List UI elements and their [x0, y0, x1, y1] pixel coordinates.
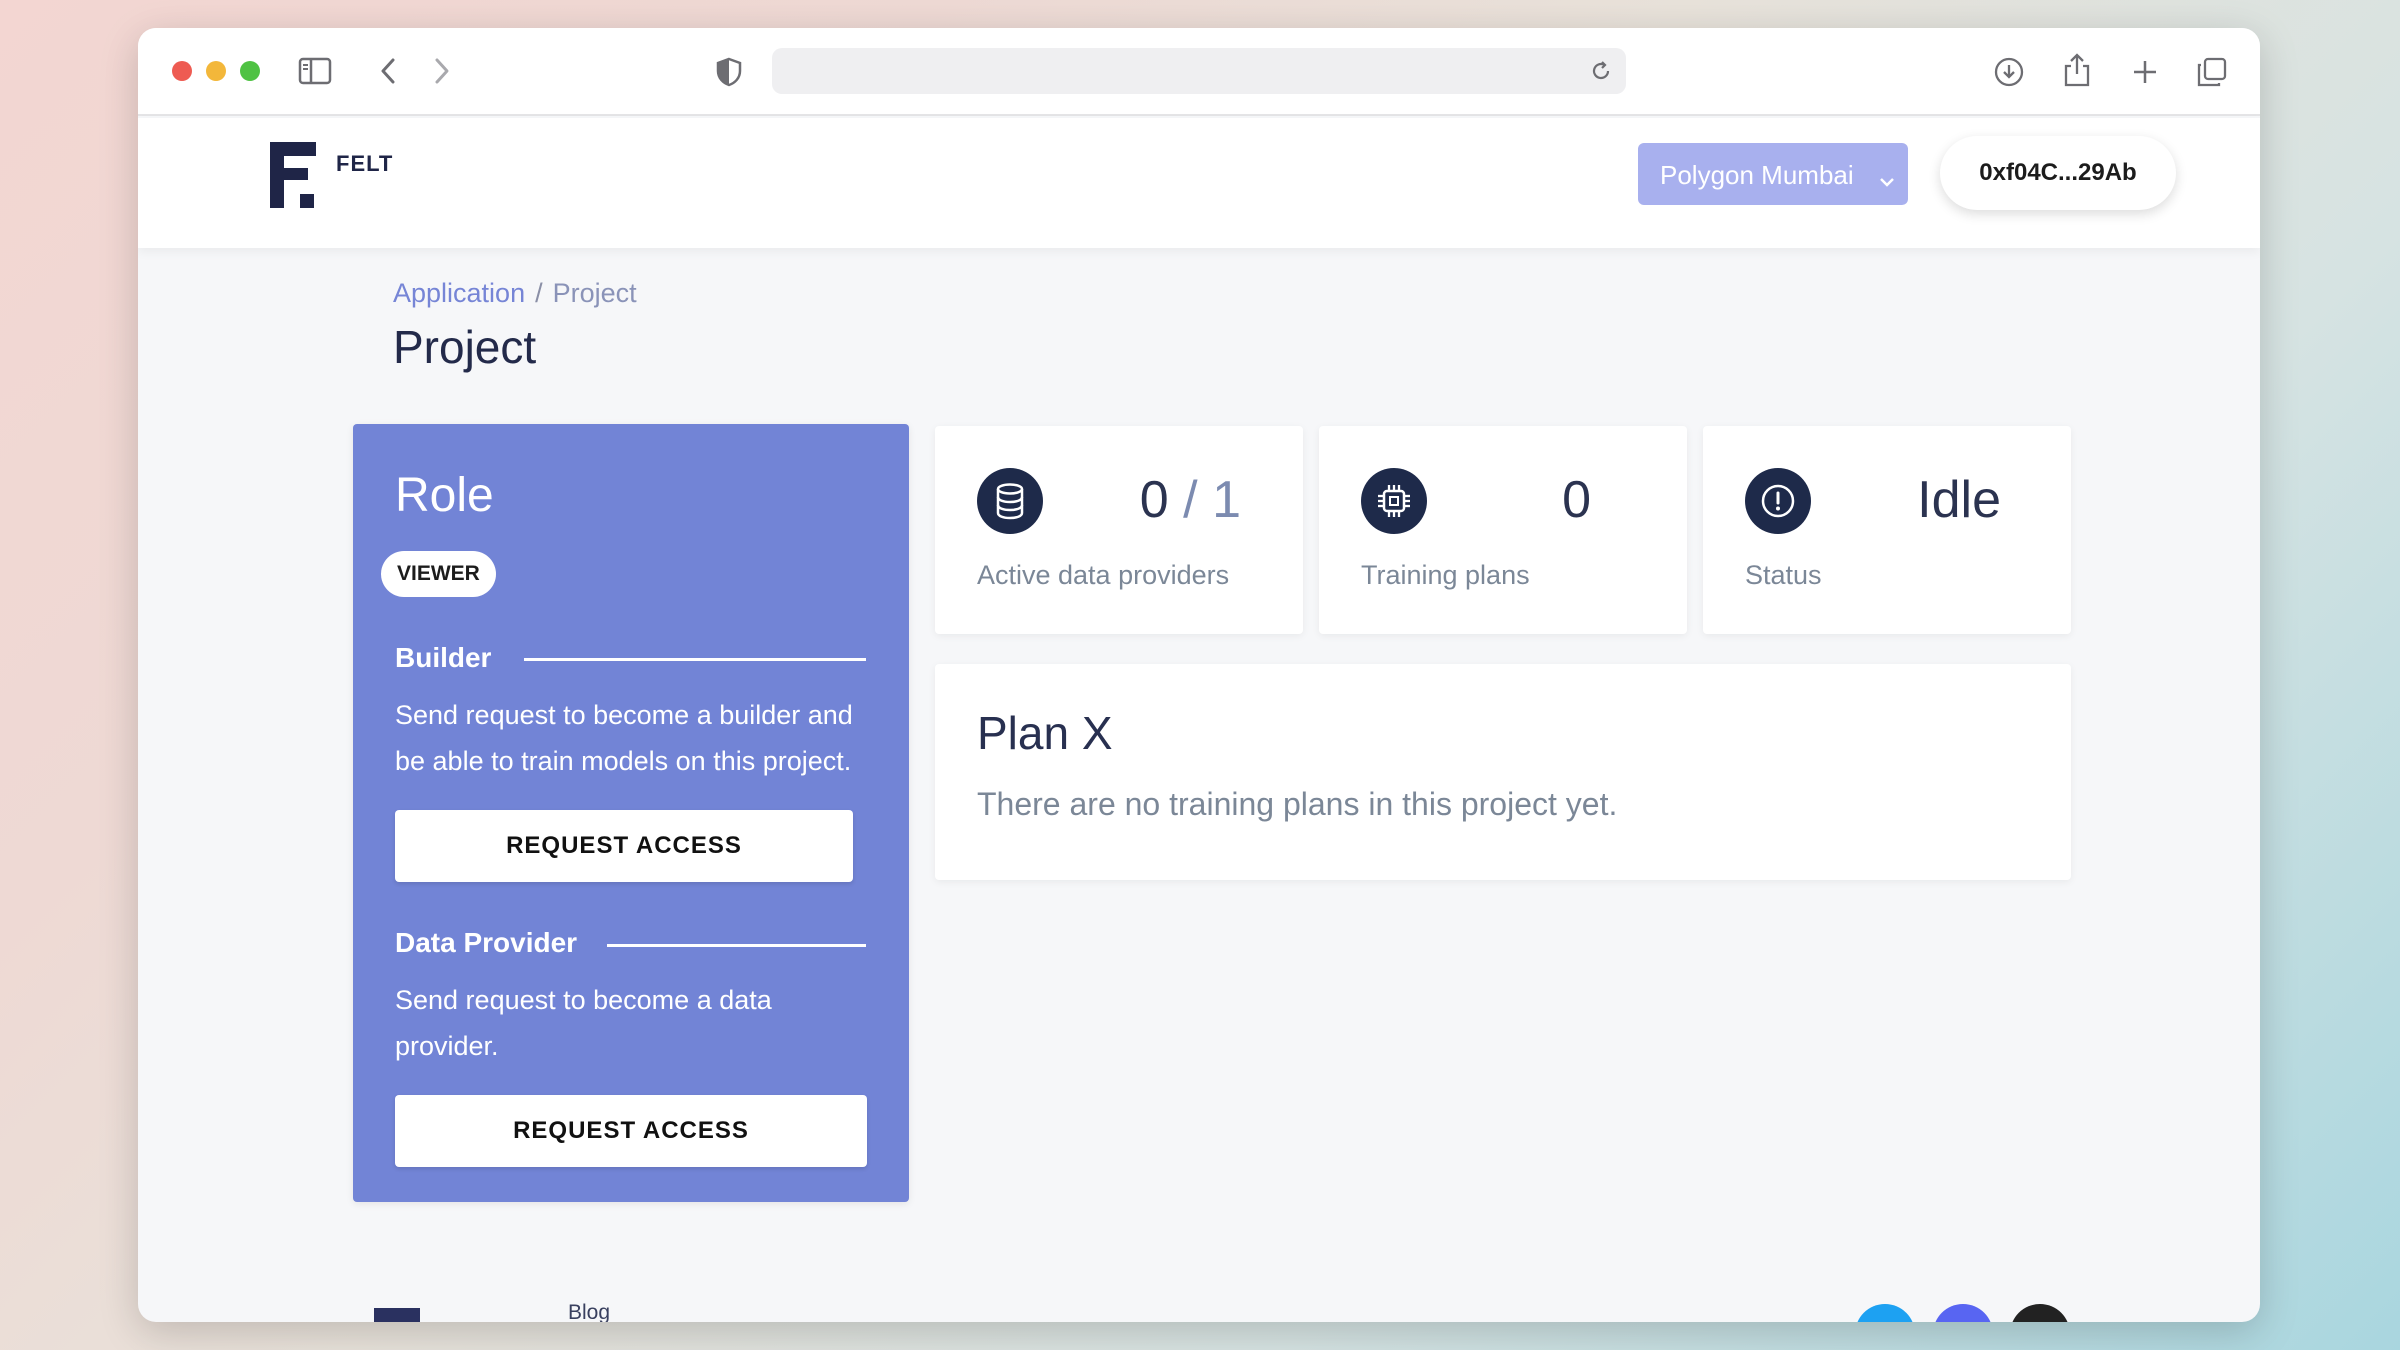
browser-toolbar — [138, 28, 2260, 116]
database-icon — [977, 468, 1043, 534]
training-plans-label: Training plans — [1361, 560, 1530, 590]
footer-link-blog[interactable]: Blog — [568, 1301, 610, 1322]
download-icon[interactable] — [1993, 56, 2025, 88]
browser-window: FELT Polygon Mumbai 0xf04C...29Ab Applic… — [138, 28, 2260, 1322]
alert-circle-icon — [1745, 468, 1811, 534]
plan-empty-message: There are no training plans in this proj… — [977, 786, 1618, 822]
network-select[interactable]: Polygon Mumbai — [1638, 143, 1908, 205]
sidebar-toggle-icon[interactable] — [298, 57, 332, 85]
active-data-providers-count: 0 — [1139, 471, 1169, 529]
chip-icon — [1361, 468, 1427, 534]
breadcrumb: Application / Project — [393, 278, 637, 309]
active-data-providers-total: 1 — [1212, 471, 1241, 529]
logo-text: FELT — [336, 151, 394, 176]
status-value: Idle — [1917, 471, 2001, 529]
back-icon[interactable] — [378, 57, 398, 85]
footer-logo[interactable] — [374, 1308, 420, 1322]
builder-heading: Builder — [395, 642, 492, 673]
app-header: FELT Polygon Mumbai 0xf04C...29Ab — [138, 118, 2260, 248]
data-provider-request-access-button[interactable]: REQUEST ACCESS — [395, 1095, 867, 1167]
stat-card-status: Idle Status — [1703, 426, 2071, 634]
share-icon[interactable] — [2061, 52, 2093, 88]
active-data-providers-label: Active data providers — [977, 560, 1230, 590]
chevron-down-icon — [1878, 165, 1896, 196]
plan-title: Plan X — [977, 707, 1113, 759]
reload-icon[interactable] — [1590, 60, 1612, 87]
data-provider-divider — [607, 944, 866, 947]
network-select-value: Polygon Mumbai — [1660, 160, 1854, 190]
role-title: Role — [395, 469, 494, 522]
role-card: Role VIEWER Builder Send request to beco… — [353, 424, 909, 1202]
builder-description: Send request to become a builder and be … — [395, 700, 853, 776]
breadcrumb-separator: / — [535, 278, 543, 308]
forward-icon[interactable] — [432, 57, 452, 85]
wallet-address-button[interactable]: 0xf04C...29Ab — [1940, 136, 2176, 210]
address-bar[interactable] — [772, 48, 1626, 94]
minimize-window-button[interactable] — [206, 61, 226, 81]
status-label: Status — [1745, 560, 1822, 590]
zoom-window-button[interactable] — [240, 61, 260, 81]
discord-icon[interactable] — [1933, 1304, 1993, 1322]
page-title: Project — [393, 321, 537, 373]
plan-card: Plan X There are no training plans in th… — [935, 664, 2071, 880]
role-badge: VIEWER — [381, 551, 496, 597]
breadcrumb-current: Project — [552, 278, 637, 308]
training-plans-value: 0 — [1562, 471, 1591, 529]
builder-request-access-button[interactable]: REQUEST ACCESS — [395, 810, 853, 882]
stat-card-data-providers: 0 / 1 Active data providers — [935, 426, 1303, 634]
breadcrumb-link-application[interactable]: Application — [393, 278, 525, 308]
builder-divider — [524, 658, 866, 661]
data-provider-description: Send request to become a data provider. — [395, 985, 772, 1061]
felt-logo-mark-icon — [270, 142, 320, 208]
stat-card-training-plans: 0 Training plans — [1319, 426, 1687, 634]
new-tab-icon[interactable] — [2131, 58, 2159, 86]
active-data-providers-separator: / — [1183, 471, 1198, 529]
active-data-providers-value: 0 / 1 — [1140, 470, 1241, 530]
felt-logo[interactable]: FELT — [270, 142, 393, 208]
window-controls — [172, 61, 260, 81]
close-window-button[interactable] — [172, 61, 192, 81]
tab-overview-icon[interactable] — [2196, 56, 2228, 88]
data-provider-heading: Data Provider — [395, 927, 578, 958]
twitter-icon[interactable] — [1855, 1304, 1915, 1322]
github-icon[interactable] — [2010, 1304, 2070, 1322]
privacy-shield-icon[interactable] — [716, 57, 742, 87]
